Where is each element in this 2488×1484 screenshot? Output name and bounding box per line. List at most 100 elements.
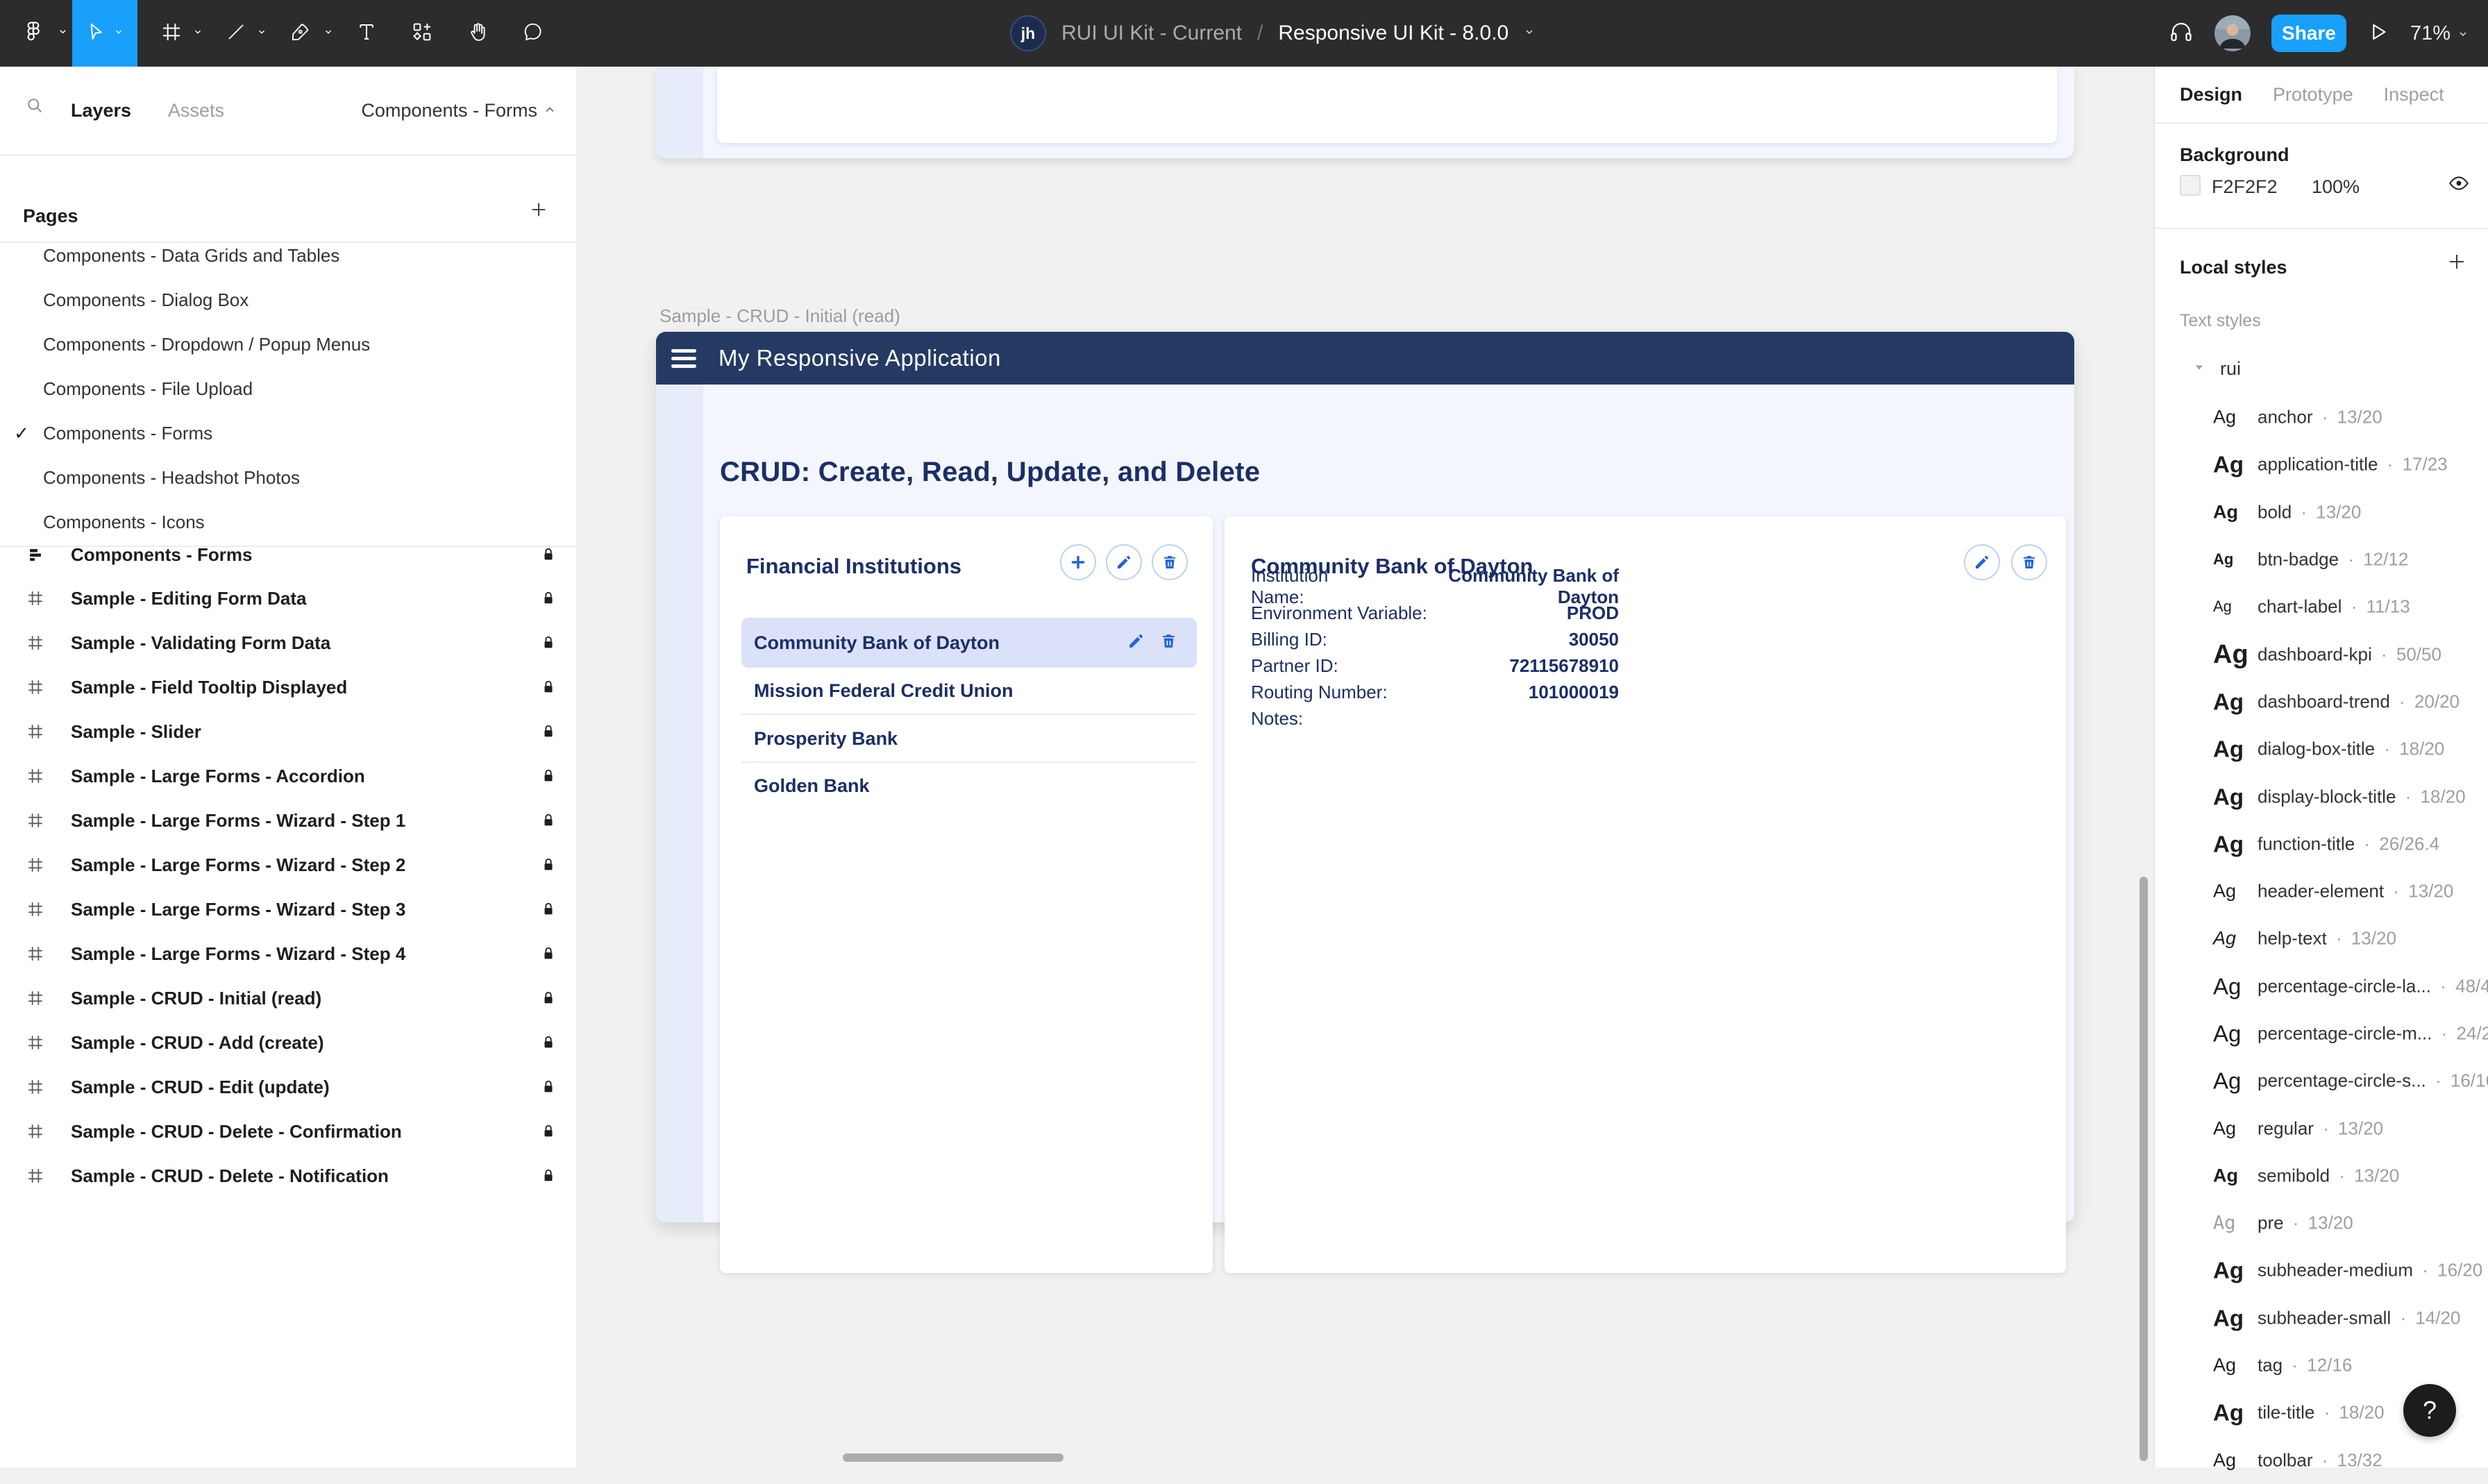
text-style-item[interactable]: Agpercentage-circle-m... · 24/24: [2155, 1010, 2488, 1057]
main-menu-button[interactable]: [12, 0, 54, 67]
lock-icon[interactable]: [521, 724, 576, 739]
delete-institution-button[interactable]: [1152, 544, 1188, 580]
text-style-item[interactable]: Agtoolbar · 13/32: [2155, 1437, 2488, 1484]
text-style-item[interactable]: Agsubheader-small · 14/20: [2155, 1295, 2488, 1342]
zoom-control[interactable]: 71%: [2410, 22, 2469, 45]
layer-item[interactable]: Sample - CRUD - Edit (update): [0, 1065, 576, 1109]
layer-item[interactable]: Sample - Validating Form Data: [0, 621, 576, 665]
main-menu-chevron[interactable]: [53, 0, 72, 67]
file-menu-chevron-icon[interactable]: [1524, 26, 1535, 41]
layer-item[interactable]: Sample - Editing Form Data: [0, 576, 576, 621]
page-item[interactable]: Components - File Upload: [0, 366, 576, 411]
text-style-item[interactable]: Agregular · 13/20: [2155, 1104, 2488, 1152]
text-style-item[interactable]: Agdashboard-kpi · 50/50: [2155, 630, 2488, 677]
text-tool-button[interactable]: [348, 0, 385, 67]
layer-item[interactable]: Sample - CRUD - Delete - Notification: [0, 1154, 576, 1198]
institution-row[interactable]: Community Bank of Dayton: [741, 618, 1197, 668]
lock-icon[interactable]: [521, 990, 576, 1006]
text-style-item[interactable]: Agsubheader-medium · 16/20: [2155, 1247, 2488, 1294]
text-style-item[interactable]: Agpercentage-circle-la... · 48/48: [2155, 963, 2488, 1010]
page-item[interactable]: Components - Dialog Box: [0, 278, 576, 322]
chevron-down-icon[interactable]: [114, 27, 124, 40]
institution-row[interactable]: Mission Federal Credit Union: [741, 666, 1197, 715]
hamburger-menu-icon[interactable]: [671, 349, 696, 368]
share-button[interactable]: Share: [2271, 15, 2346, 52]
comment-tool-button[interactable]: [514, 0, 553, 67]
lock-icon[interactable]: [521, 946, 576, 961]
add-style-button[interactable]: [2446, 251, 2467, 276]
text-style-item[interactable]: Agpre · 13/20: [2155, 1199, 2488, 1247]
pen-tool-chevron[interactable]: [319, 0, 337, 67]
background-opacity-value[interactable]: 100%: [2312, 176, 2360, 198]
background-hex-value[interactable]: F2F2F2: [2212, 176, 2278, 198]
edit-record-button[interactable]: [1964, 544, 2000, 580]
shape-tool-button[interactable]: [219, 0, 253, 67]
tab-prototype[interactable]: Prototype: [2273, 84, 2353, 106]
page-item[interactable]: Components - Dropdown / Popup Menus: [0, 322, 576, 366]
layer-item[interactable]: Sample - CRUD - Add (create): [0, 1020, 576, 1065]
lock-icon[interactable]: [521, 547, 576, 562]
page-item[interactable]: Components - Headshot Photos: [0, 455, 576, 500]
audio-headphones-icon[interactable]: [2169, 19, 2194, 48]
text-style-item[interactable]: Agbold · 13/20: [2155, 489, 2488, 536]
help-button[interactable]: ?: [2403, 1384, 2456, 1437]
text-style-item[interactable]: Agbtn-badge · 12/12: [2155, 536, 2488, 583]
lock-icon[interactable]: [521, 857, 576, 872]
tab-assets[interactable]: Assets: [168, 100, 224, 121]
text-style-item[interactable]: Agsemibold · 13/20: [2155, 1152, 2488, 1199]
hand-tool-button[interactable]: [458, 0, 497, 67]
add-institution-button[interactable]: [1060, 544, 1096, 580]
visibility-eye-icon[interactable]: [2448, 172, 2470, 198]
lock-icon[interactable]: [521, 1124, 576, 1139]
background-color-swatch[interactable]: [2180, 175, 2201, 196]
text-style-item[interactable]: Aghelp-text · 13/20: [2155, 915, 2488, 962]
frame-tool-chevron[interactable]: [189, 0, 207, 67]
add-page-button[interactable]: [529, 200, 548, 223]
frame-title-label[interactable]: Sample - CRUD - Initial (read): [659, 305, 900, 327]
vertical-scrollbar[interactable]: [2140, 877, 2148, 1461]
layer-item[interactable]: Sample - Large Forms - Wizard - Step 3: [0, 887, 576, 931]
layer-item[interactable]: Sample - Large Forms - Wizard - Step 4: [0, 931, 576, 976]
tab-inspect[interactable]: Inspect: [2384, 84, 2444, 106]
text-style-item[interactable]: Agdialog-box-title · 18/20: [2155, 725, 2488, 773]
style-group-rui[interactable]: rui: [2194, 358, 2241, 380]
lock-icon[interactable]: [521, 1035, 576, 1050]
text-style-item[interactable]: Agpercentage-circle-s... · 16/16: [2155, 1057, 2488, 1104]
frame-tool-button[interactable]: [154, 0, 189, 67]
institution-row[interactable]: Prosperity Bank: [741, 714, 1197, 763]
layer-item[interactable]: Sample - CRUD - Delete - Confirmation: [0, 1109, 576, 1154]
frame-sample-crud-initial[interactable]: My Responsive Application CRUD: Create, …: [656, 332, 2074, 1222]
layer-item[interactable]: Sample - Slider: [0, 709, 576, 754]
lock-icon[interactable]: [521, 768, 576, 784]
present-play-icon[interactable]: [2367, 21, 2389, 47]
delete-record-button[interactable]: [2011, 544, 2047, 580]
current-page-layer-row[interactable]: Components - Forms: [0, 533, 576, 576]
lock-icon[interactable]: [521, 1168, 576, 1183]
text-style-item[interactable]: Agtag · 12/16: [2155, 1342, 2488, 1389]
edit-row-icon[interactable]: [1127, 632, 1145, 653]
layer-item[interactable]: Sample - Large Forms - Wizard - Step 1: [0, 798, 576, 843]
org-avatar[interactable]: jh: [1010, 15, 1046, 51]
text-style-item[interactable]: Agapplication-title · 17/23: [2155, 441, 2488, 488]
page-item[interactable]: Components - Data Grids and Tables: [0, 233, 576, 278]
search-icon[interactable]: [25, 96, 44, 119]
resources-tool-button[interactable]: [403, 0, 442, 67]
user-avatar[interactable]: [2214, 15, 2251, 51]
lock-icon[interactable]: [521, 635, 576, 650]
layer-item[interactable]: Sample - Large Forms - Wizard - Step 2: [0, 843, 576, 887]
page-item[interactable]: ✓Components - Forms: [0, 411, 576, 455]
lock-icon[interactable]: [521, 813, 576, 828]
current-page-selector[interactable]: Components - Forms: [361, 100, 557, 121]
text-style-item[interactable]: Agchart-label · 11/13: [2155, 583, 2488, 630]
tab-layers[interactable]: Layers: [71, 100, 131, 121]
pen-tool-button[interactable]: [283, 0, 318, 67]
tab-design[interactable]: Design: [2180, 84, 2242, 106]
lock-icon[interactable]: [521, 902, 576, 917]
shape-tool-chevron[interactable]: [253, 0, 271, 67]
layer-item[interactable]: Sample - Large Forms - Accordion: [0, 754, 576, 798]
move-tool-button[interactable]: [72, 0, 137, 67]
text-style-item[interactable]: Agheader-element · 13/20: [2155, 868, 2488, 915]
text-style-item[interactable]: Aganchor · 13/20: [2155, 394, 2488, 441]
canvas-viewport[interactable]: Sample - CRUD - Initial (read) My Respon…: [576, 67, 2155, 1467]
breadcrumb-project[interactable]: RUI UI Kit - Current: [1061, 22, 1242, 45]
